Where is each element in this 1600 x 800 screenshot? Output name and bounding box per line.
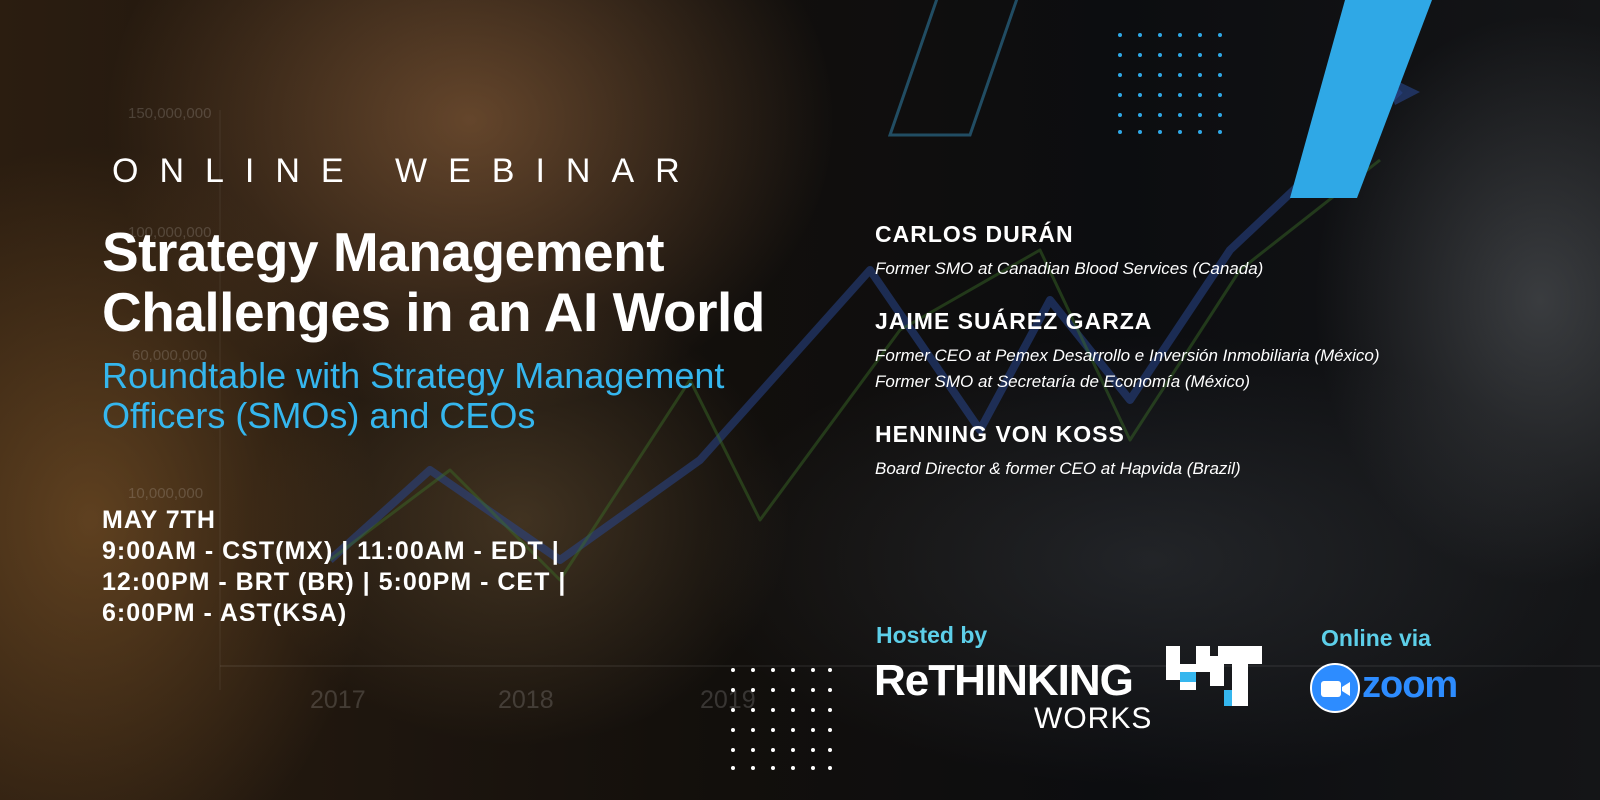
bg-ylabel-0: 150,000,000 [128, 105, 211, 122]
speaker-card: CARLOS DURÁN Former SMO at Canadian Bloo… [875, 220, 1515, 282]
speaker-role: Former SMO at Canadian Blood Services (C… [875, 259, 1264, 278]
host-logo-wordmark: ReTHINKING [874, 656, 1134, 705]
event-subtitle: Roundtable with Strategy Management Offi… [102, 356, 822, 436]
speaker-role: Former SMO at Secretaría de Economía (Mé… [875, 372, 1251, 391]
speaker-card: JAIME SUÁREZ GARZA Former CEO at Pemex D… [875, 307, 1515, 395]
schedule-times-line-1: 9:00AM - CST(MX) | 11:00AM - EDT | [102, 537, 560, 565]
speaker-name: CARLOS DURÁN [875, 221, 1074, 247]
zoom-wordmark: zoom [1362, 664, 1458, 706]
schedule-times-line-3: 6:00PM - AST(KSA) [102, 599, 348, 627]
dot-grid-bottom [731, 668, 832, 770]
schedule: MAY 7TH 9:00AM - CST(MX) | 11:00AM - EDT… [102, 505, 566, 629]
webinar-kicker: ONLINE WEBINAR [112, 152, 701, 190]
speaker-name: JAIME SUÁREZ GARZA [875, 308, 1153, 334]
speaker-name: HENNING VON KOSS [875, 421, 1125, 447]
bg-ylabel-3: 10,000,000 [128, 485, 203, 502]
event-title-line-2: Challenges in an AI World [102, 281, 765, 343]
event-subtitle-line-1: Roundtable with Strategy Management [102, 355, 725, 396]
zoom-camera-icon [1321, 681, 1350, 697]
schedule-times-line-2: 12:00PM - BRT (BR) | 5:00PM - CET | [102, 568, 567, 596]
hosted-by-label: Hosted by [876, 622, 988, 648]
bg-xlabel-0: 2017 [310, 686, 366, 714]
event-subtitle-line-2: Officers (SMOs) and CEOs [102, 395, 536, 436]
speaker-role: Former CEO at Pemex Desarrollo e Inversi… [875, 346, 1380, 365]
rethinking-works-logo-icon [1166, 646, 1262, 706]
event-title: Strategy Management Challenges in an AI … [102, 222, 822, 342]
host-logo-subtitle: WORKS [1034, 702, 1153, 735]
event-title-line-1: Strategy Management [102, 221, 665, 283]
zoom-logo-badge [1310, 663, 1360, 713]
bg-xlabel-1: 2018 [498, 686, 554, 714]
dot-grid-top [1118, 33, 1222, 134]
online-via-label: Online via [1321, 625, 1431, 651]
speaker-card: HENNING VON KOSS Board Director & former… [875, 420, 1515, 482]
speaker-role: Board Director & former CEO at Hapvida (… [875, 459, 1241, 478]
schedule-date: MAY 7TH [102, 506, 216, 534]
bg-xlabel-2: 2019 [700, 686, 756, 714]
